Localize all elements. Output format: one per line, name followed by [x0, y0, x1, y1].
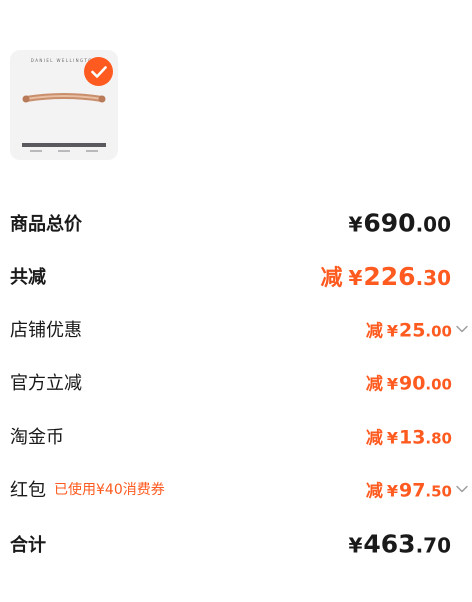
total-discount-label: 共减 — [10, 267, 46, 288]
bracelet-image-icon — [22, 93, 106, 103]
chevron-down-icon[interactable] — [456, 485, 468, 493]
chevron-down-icon[interactable] — [456, 325, 468, 333]
red-packet-note: 已使用¥40消费券 — [54, 482, 165, 498]
tao-coins-amount: 减 ¥ 13 .80 — [365, 426, 452, 449]
total-goods-label: 商品总价 — [10, 214, 82, 235]
total-goods-amount: ¥ 690 .00 — [348, 208, 451, 238]
grand-total-amount: ¥ 463 .70 — [348, 529, 451, 559]
official-discount-row: 官方立减 减 ¥ 90 .00 — [0, 362, 472, 402]
grand-total-label: 合计 — [10, 535, 46, 556]
red-packet-row[interactable]: 红包 已使用¥40消费券 减 ¥ 97 .50 — [0, 469, 472, 509]
selected-check-icon[interactable] — [84, 57, 113, 86]
check-icon — [90, 65, 107, 78]
official-discount-label: 官方立减 — [10, 373, 82, 394]
tao-coins-label: 淘金币 — [10, 427, 64, 448]
spec-table-row — [22, 148, 106, 153]
spec-table-header — [22, 143, 106, 147]
store-discount-amount: 减 ¥ 25 .00 — [365, 319, 452, 342]
store-discount-row[interactable]: 店铺优惠 减 ¥ 25 .00 — [0, 309, 472, 349]
total-discount-amount: 减 ¥ 226 .30 — [320, 262, 451, 291]
red-packet-label: 红包 已使用¥40消费券 — [10, 476, 165, 502]
store-discount-label: 店铺优惠 — [10, 320, 82, 341]
grand-total-row: 合计 ¥ 463 .70 — [0, 524, 472, 564]
total-discount-row: 共减 减 ¥ 226 .30 — [0, 256, 472, 296]
official-discount-amount: 减 ¥ 90 .00 — [365, 372, 452, 395]
total-goods-row: 商品总价 ¥ 690 .00 — [0, 203, 472, 243]
red-packet-amount: 减 ¥ 97 .50 — [365, 479, 452, 502]
tao-coins-row: 淘金币 减 ¥ 13 .80 — [0, 416, 472, 456]
red-packet-title: 红包 — [10, 480, 46, 501]
